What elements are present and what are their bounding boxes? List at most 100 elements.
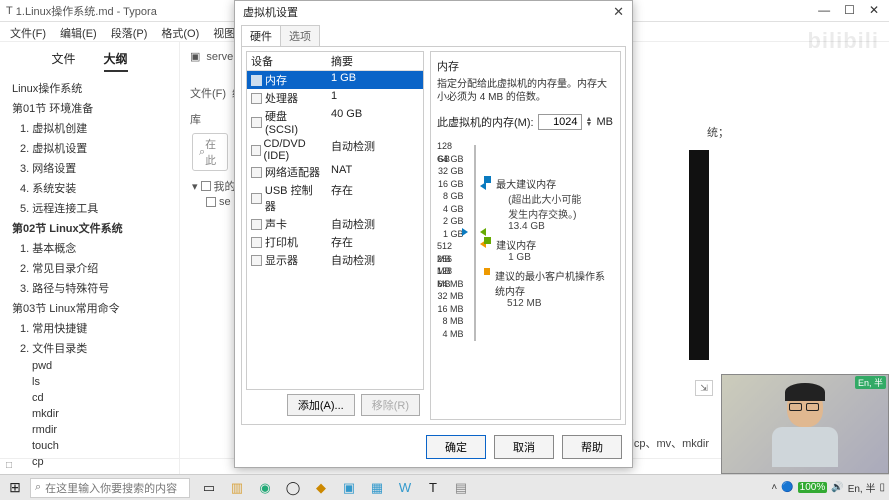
cancel-button[interactable]: 取消 (494, 435, 554, 459)
start-button[interactable]: ⊞ (0, 479, 30, 496)
ok-button[interactable]: 确定 (426, 435, 486, 459)
presenter-avatar (770, 381, 840, 467)
outline-item[interactable]: 2. 常见目录介绍 (0, 258, 179, 278)
memory-spinner[interactable]: ▲▼ (586, 117, 593, 127)
legend-rec-value: 1 GB (508, 252, 536, 263)
outline-item[interactable]: 3. 网络设置 (0, 158, 179, 178)
outline-item[interactable]: 第01节 环境准备 (0, 98, 179, 118)
hardware-row[interactable]: USB 控制器存在 (247, 181, 423, 215)
checkbox-icon[interactable] (201, 181, 211, 191)
memory-slider[interactable]: 128 GB64 GB32 GB16 GB8 GB4 GB2 GB1 GB512… (437, 140, 614, 344)
app-icon-1[interactable]: ▣ (338, 477, 360, 499)
doc-text-fragment: 统； (707, 124, 729, 140)
outline-item[interactable]: pwd (0, 358, 179, 374)
app-icon-2[interactable]: ▤ (450, 477, 472, 499)
outline-item[interactable]: 1. 基本概念 (0, 238, 179, 258)
tick-label: 128 GB (437, 140, 464, 153)
sidebar-tab-files[interactable]: 文件 (51, 50, 75, 72)
legend-max-icon (484, 176, 491, 183)
hardware-row[interactable]: 内存1 GB (247, 71, 423, 89)
legend-max-sub2: 发生内存交换。) (508, 206, 581, 221)
slider-track[interactable] (470, 142, 479, 344)
typora-app-icon: T (6, 5, 13, 17)
outline-item[interactable]: 1. 虚拟机创建 (0, 118, 179, 138)
tray-notifications-icon[interactable]: ▯ (879, 482, 885, 493)
outline-item[interactable]: mkdir (0, 406, 179, 422)
tick-label: 64 MB (438, 278, 464, 291)
legend-min-icon (484, 268, 490, 275)
tick-label: 4 MB (443, 328, 464, 341)
outline-item[interactable]: Linux操作系统 (0, 78, 179, 98)
tick-label: 8 MB (443, 315, 464, 328)
outline-item[interactable]: 第03节 Linux常用命令 (0, 298, 179, 318)
menu-paragraph[interactable]: 段落(P) (107, 24, 152, 39)
outline-item[interactable]: 3. 路径与特殊符号 (0, 278, 179, 298)
tab-hardware[interactable]: 硬件 (241, 25, 281, 46)
device-icon (251, 255, 262, 266)
tick-label: 256 MB (437, 253, 464, 266)
menu-file[interactable]: 文件(F) (6, 24, 50, 39)
explorer-icon[interactable]: ▥ (226, 477, 248, 499)
memory-input[interactable] (538, 114, 582, 130)
vmware-icon[interactable]: ▦ (366, 477, 388, 499)
vmware-tab-icon: ▣ (190, 50, 200, 63)
maximize-button[interactable]: ☐ (844, 3, 855, 17)
vmware-search[interactable]: ⌕ 在此 (192, 133, 228, 171)
tray-battery[interactable]: 100% (798, 482, 828, 493)
typora-icon[interactable]: T (422, 477, 444, 499)
tick-label: 32 MB (438, 290, 464, 303)
tab-options[interactable]: 选项 (280, 25, 320, 46)
tray-volume-icon[interactable]: 🔊 (831, 482, 843, 493)
tray-network-icon[interactable]: 🔵 (781, 482, 793, 493)
scroll-corner[interactable]: ⇲ (695, 380, 713, 396)
taskview-icon[interactable]: ▭ (198, 477, 220, 499)
minimize-button[interactable]: — (818, 3, 830, 17)
outline-item[interactable]: 第02节 Linux文件系统 (0, 218, 179, 238)
hardware-row[interactable]: CD/DVD (IDE)自动检测 (247, 137, 423, 163)
menu-edit[interactable]: 编辑(E) (56, 24, 101, 39)
status-left-icon[interactable]: □ (6, 460, 12, 473)
outline-item[interactable]: touch (0, 438, 179, 454)
hardware-row[interactable]: 处理器1 (247, 89, 423, 107)
remove-hardware-button[interactable]: 移除(R) (361, 394, 420, 416)
checkbox-icon[interactable] (206, 197, 216, 207)
edge-icon[interactable]: ◉ (254, 477, 276, 499)
hardware-row[interactable]: 声卡自动检测 (247, 215, 423, 233)
menu-format[interactable]: 格式(O) (157, 24, 203, 39)
outline-item[interactable]: rmdir (0, 422, 179, 438)
outline-item[interactable]: ls (0, 374, 179, 390)
wps-icon[interactable]: W (394, 477, 416, 499)
outline-item[interactable]: 2. 虚拟机设置 (0, 138, 179, 158)
vm-settings-dialog: 虚拟机设置 ✕ 硬件 选项 设备 摘要 内存1 GB处理器1硬盘 (SCSI)4… (234, 0, 633, 468)
col-device[interactable]: 设备 (247, 52, 327, 70)
hardware-row[interactable]: 网络适配器NAT (247, 163, 423, 181)
outline-item[interactable]: 4. 系统安装 (0, 178, 179, 198)
outline-item[interactable]: 2. 文件目录类 (0, 338, 179, 358)
col-summary[interactable]: 摘要 (327, 52, 423, 70)
hardware-row[interactable]: 打印机存在 (247, 233, 423, 251)
outline-item[interactable]: 1. 常用快捷键 (0, 318, 179, 338)
slider-thumb-icon[interactable] (462, 228, 468, 236)
chrome-icon[interactable]: ◯ (282, 477, 304, 499)
device-icon (251, 93, 262, 104)
sublime-icon[interactable]: ◆ (310, 477, 332, 499)
sidebar-tab-outline[interactable]: 大纲 (104, 50, 128, 72)
device-icon (251, 193, 262, 204)
tray-overflow-icon[interactable]: ˄ (771, 482, 777, 493)
outline-item[interactable]: 5. 远程连接工具 (0, 198, 179, 218)
vmware-tab-title[interactable]: server (206, 51, 237, 63)
add-hardware-button[interactable]: 添加(A)... (287, 394, 355, 416)
taskbar-search[interactable]: ⌕ 在这里输入你要搜索的内容 (30, 478, 190, 498)
close-button[interactable]: ✕ (869, 3, 879, 17)
vmware-menu-file[interactable]: 文件(F) (190, 85, 226, 101)
device-icon (251, 117, 262, 128)
legend-max-sub1: (超出此大小可能 (508, 191, 581, 206)
hardware-row[interactable]: 硬盘 (SCSI)40 GB (247, 107, 423, 137)
help-button[interactable]: 帮助 (562, 435, 622, 459)
device-icon (251, 167, 262, 178)
hardware-row[interactable]: 显示器自动检测 (247, 251, 423, 269)
tray-ime[interactable]: En, 半 (848, 480, 876, 495)
terminal-fragment (689, 150, 709, 360)
dialog-close-icon[interactable]: ✕ (613, 4, 624, 20)
outline-item[interactable]: cd (0, 390, 179, 406)
